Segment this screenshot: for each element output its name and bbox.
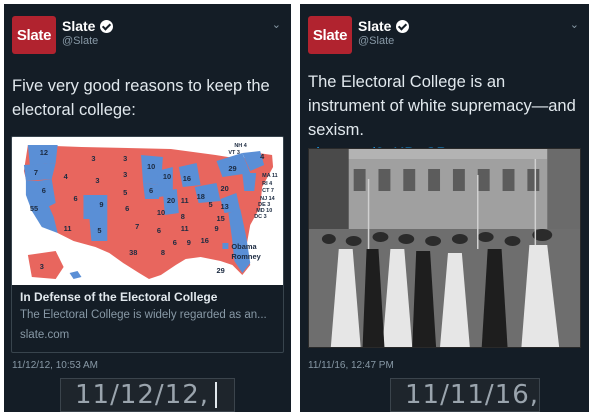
map-state-label: 16 <box>201 236 209 245</box>
map-state-label: 9 <box>215 224 219 233</box>
map-state-label: 11 <box>181 224 189 233</box>
map-state-label: 10 <box>157 208 165 217</box>
map-state-label: 38 <box>129 248 137 257</box>
author-name-text: Slate <box>62 18 96 34</box>
map-state-label: 7 <box>34 168 38 177</box>
zoomed-date: 11/12/12, <box>75 380 210 410</box>
author-handle[interactable]: @Slate <box>358 35 394 47</box>
map-state-label: 6 <box>157 226 161 235</box>
map-state-label: DC 3 <box>254 214 266 220</box>
map-state-label: 29 <box>228 164 236 173</box>
map-state-label: 5 <box>209 200 213 209</box>
map-state-label: 6 <box>173 238 177 247</box>
map-state-label: CT 7 <box>262 188 274 194</box>
author-name[interactable]: Slate <box>358 18 410 34</box>
electoral-map-image: Obama Romney 12 7 55 6 4 3 3 6 9 11 5 3 … <box>12 137 283 285</box>
chevron-down-icon[interactable]: ⌄ <box>570 18 579 31</box>
map-state-label: 16 <box>183 174 191 183</box>
map-state-label: RI 4 <box>262 181 273 187</box>
tweet-text: Five very good reasons to keep the elect… <box>12 77 270 119</box>
photo-image <box>309 149 580 347</box>
suffragette-photo[interactable] <box>308 148 581 348</box>
map-state-label: 3 <box>40 262 44 271</box>
card-title[interactable]: In Defense of the Electoral College <box>20 290 217 304</box>
tweet-timestamp[interactable]: 11/12/12, 10:53 AM <box>12 360 98 371</box>
tweet-panel-right: Slate Slate @Slate ⌄ The Electoral Colle… <box>300 4 589 412</box>
map-state-label: 6 <box>42 186 46 195</box>
map-state-label: 9 <box>99 200 103 209</box>
map-state-label: 10 <box>147 162 155 171</box>
map-state-label: NH 4 <box>234 143 247 149</box>
avatar-text: Slate <box>312 26 348 44</box>
verified-badge-icon <box>396 19 410 33</box>
verified-badge-icon <box>100 19 114 33</box>
map-state-label: 29 <box>216 266 224 275</box>
map-state-label: 11 <box>181 196 189 205</box>
map-state-label: 8 <box>161 248 165 257</box>
map-state-label: 6 <box>149 186 153 195</box>
map-state-label: 55 <box>30 204 38 213</box>
map-state-label: 3 <box>95 176 99 185</box>
map-state-label: 9 <box>187 238 191 247</box>
zoomed-date: 11/11/16, <box>405 380 540 410</box>
map-state-label: 20 <box>167 196 175 205</box>
map-state-label: 12 <box>40 148 48 157</box>
map-state-label: 10 <box>163 172 171 181</box>
legend-romney: Romney <box>231 252 261 261</box>
map-state-label: 20 <box>220 184 228 193</box>
map-state-label: 3 <box>123 154 127 163</box>
map-state-label: VT 3 <box>228 150 240 156</box>
map-state-label: 18 <box>197 192 205 201</box>
link-card[interactable]: Obama Romney 12 7 55 6 4 3 3 6 9 11 5 3 … <box>11 136 284 353</box>
map-state-label: 6 <box>125 204 129 213</box>
map-state-label: 15 <box>216 214 224 223</box>
map-state-label: 6 <box>74 194 78 203</box>
map-state-label: 11 <box>64 224 72 233</box>
map-state-label: 8 <box>181 212 185 221</box>
map-state-label: 7 <box>135 222 139 231</box>
map-state-label: 5 <box>97 226 101 235</box>
avatar-text: Slate <box>16 26 52 44</box>
tweet-text: The Electoral College is an instrument o… <box>308 73 576 139</box>
map-state-label: MA 11 <box>262 173 278 179</box>
map-state-label: 3 <box>91 154 95 163</box>
card-domain: slate.com <box>20 329 70 341</box>
author-name-text: Slate <box>358 18 392 34</box>
author-handle[interactable]: @Slate <box>62 35 98 47</box>
zoomed-date-box: 11/11/16, <box>390 378 540 412</box>
avatar[interactable]: Slate <box>12 16 56 54</box>
author-name[interactable]: Slate <box>62 18 114 34</box>
tweet-timestamp[interactable]: 11/11/16, 12:47 PM <box>308 360 394 371</box>
chevron-down-icon[interactable]: ⌄ <box>272 18 281 31</box>
map-state-label: 3 <box>123 170 127 179</box>
zoomed-date-box: 11/12/12, <box>60 378 235 412</box>
tweet-panel-left: Slate Slate @Slate ⌄ Five very good reas… <box>4 4 291 412</box>
card-description: The Electoral College is widely regarded… <box>20 309 267 321</box>
legend-obama: Obama <box>231 242 257 251</box>
map-state-label: 13 <box>220 202 228 211</box>
map-state-label: 5 <box>123 188 127 197</box>
text-cursor <box>215 382 218 408</box>
avatar[interactable]: Slate <box>308 16 352 54</box>
